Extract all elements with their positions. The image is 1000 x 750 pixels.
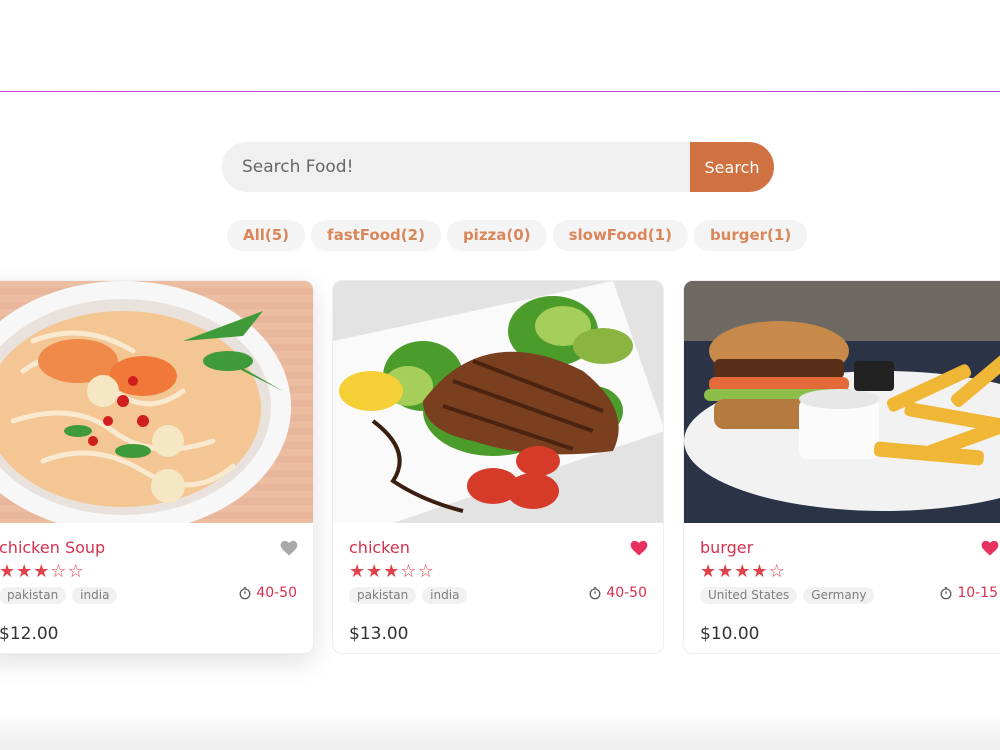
- tag-pizza[interactable]: pizza(0): [446, 220, 547, 251]
- tag-slowfood[interactable]: slowFood(1): [552, 220, 688, 251]
- food-price: $13.00: [349, 624, 409, 644]
- origin-tag: india: [72, 587, 118, 604]
- star-empty-icon: ☆: [400, 561, 417, 582]
- star-filled-icon: ★: [734, 561, 751, 582]
- food-card-chicken[interactable]: chicken ★ ★ ★ ☆ ☆ pakistan india 40-50 $…: [332, 280, 664, 654]
- cook-time: 40-50: [238, 585, 297, 601]
- origin-tag: United States: [700, 587, 798, 604]
- origin-tag: india: [422, 587, 468, 604]
- rating-stars: ★ ★ ★ ★ ☆: [700, 562, 785, 582]
- cook-time: 40-50: [588, 585, 647, 601]
- star-filled-icon: ★: [366, 561, 383, 582]
- star-filled-icon: ★: [33, 561, 50, 582]
- food-price: $10.00: [700, 624, 760, 644]
- star-filled-icon: ★: [0, 561, 16, 582]
- heart-icon[interactable]: [279, 538, 299, 558]
- food-name: burger: [700, 538, 754, 557]
- burger-image: [684, 281, 1000, 523]
- tag-fastfood[interactable]: fastFood(2): [311, 220, 441, 251]
- food-name: chicken: [349, 538, 410, 557]
- star-empty-icon: ☆: [50, 561, 67, 582]
- star-empty-icon: ☆: [768, 561, 785, 582]
- rating-stars: ★ ★ ★ ☆ ☆: [0, 562, 84, 582]
- tag-all[interactable]: All(5): [227, 220, 306, 251]
- grilled-chicken-image: [333, 281, 663, 523]
- star-filled-icon: ★: [16, 561, 33, 582]
- tag-burger[interactable]: burger(1): [693, 220, 808, 251]
- stopwatch-icon: [589, 587, 601, 600]
- stopwatch-icon: [940, 587, 952, 600]
- heart-icon[interactable]: [980, 538, 1000, 558]
- search-bar: Search: [222, 142, 774, 192]
- star-filled-icon: ★: [383, 561, 400, 582]
- star-filled-icon: ★: [349, 561, 366, 582]
- search-button[interactable]: Search: [690, 142, 774, 192]
- origin-tags: pakistan india: [0, 587, 118, 604]
- star-empty-icon: ☆: [417, 561, 434, 582]
- food-price: $12.00: [0, 624, 59, 644]
- food-card-burger[interactable]: burger ★ ★ ★ ★ ☆ United States Germany 1…: [683, 280, 1000, 654]
- food-name: chicken Soup: [0, 538, 106, 557]
- origin-tags: United States Germany: [700, 587, 875, 604]
- soup-image: [0, 281, 313, 523]
- footer-fade: [0, 710, 1000, 750]
- star-empty-icon: ☆: [67, 561, 84, 582]
- origin-tag: pakistan: [0, 587, 67, 604]
- star-filled-icon: ★: [751, 561, 768, 582]
- cook-time-value: 40-50: [606, 585, 647, 601]
- star-filled-icon: ★: [700, 561, 717, 582]
- cook-time-value: 10-15: [957, 585, 998, 601]
- origin-tags: pakistan india: [349, 587, 468, 604]
- header-divider: [0, 91, 1000, 92]
- stopwatch-icon: [239, 587, 251, 600]
- origin-tag: Germany: [803, 587, 875, 604]
- heart-icon[interactable]: [629, 538, 649, 558]
- origin-tag: pakistan: [349, 587, 417, 604]
- tag-filter-list: All(5) fastFood(2) pizza(0) slowFood(1) …: [227, 220, 808, 251]
- star-filled-icon: ★: [717, 561, 734, 582]
- cook-time-value: 40-50: [256, 585, 297, 601]
- cook-time: 10-15: [939, 585, 998, 601]
- food-card-chicken-soup[interactable]: chicken Soup ★ ★ ★ ☆ ☆ pakistan india 40…: [0, 280, 314, 654]
- search-input[interactable]: [222, 142, 690, 192]
- rating-stars: ★ ★ ★ ☆ ☆: [349, 562, 434, 582]
